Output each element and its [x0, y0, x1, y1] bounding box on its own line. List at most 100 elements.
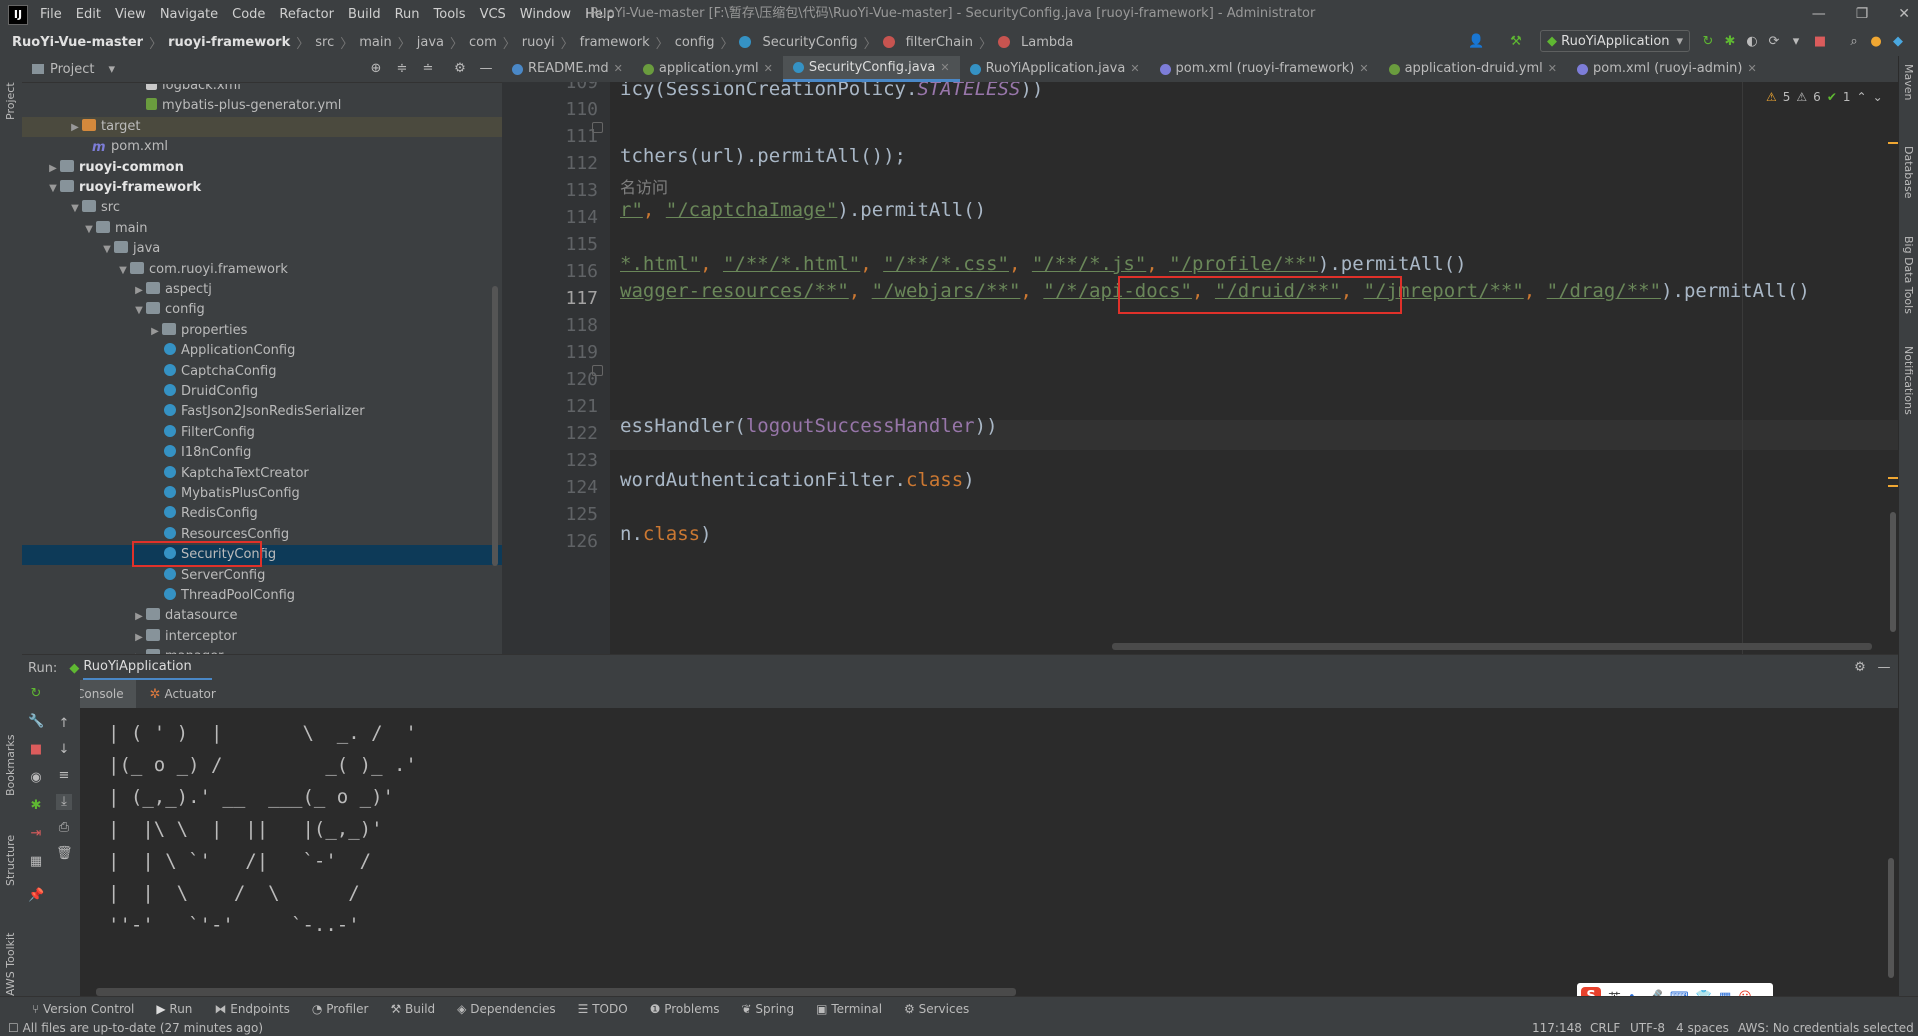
chevron-right-icon[interactable]: ▶	[132, 281, 146, 301]
locate-icon[interactable]: ⊕	[368, 61, 384, 77]
tree-item[interactable]: ServerConfig	[22, 566, 502, 586]
crumb-method[interactable]: filterChain	[906, 35, 973, 50]
dependencies-tab[interactable]: ◈ Dependencies	[457, 1002, 555, 1016]
gear-icon[interactable]: ⚙	[452, 61, 468, 77]
tree-item[interactable]: ▶ datasource	[22, 606, 502, 626]
services-tab[interactable]: ⚙ Services	[904, 1002, 969, 1016]
tree-item[interactable]: m pom.xml	[22, 137, 502, 157]
tree-item[interactable]: ▼ src	[22, 198, 502, 218]
stop-icon[interactable]: ■	[28, 742, 44, 758]
tree-item[interactable]: I18nConfig	[22, 443, 502, 463]
tree-item[interactable]: SecurityConfig	[22, 541, 502, 568]
exit-icon[interactable]: ⇥	[28, 826, 44, 842]
problems-tab[interactable]: ❶ Problems	[650, 1002, 720, 1016]
bookmarks-tool-tab[interactable]: Bookmarks	[4, 716, 17, 796]
menu-navigate[interactable]: Navigate	[160, 7, 218, 22]
editor-tab[interactable]: application-druid.yml ✕	[1379, 56, 1567, 82]
spring-tab[interactable]: ❦ Spring	[742, 1002, 795, 1016]
tree-item[interactable]: RedisConfig	[22, 504, 502, 524]
expand-all-icon[interactable]: ≑	[394, 61, 410, 77]
hide-icon[interactable]: —	[478, 61, 494, 77]
editor-horizontal-scrollbar[interactable]	[1112, 643, 1872, 650]
status-message[interactable]: ☐ All files are up-to-date (27 minutes a…	[8, 1020, 263, 1036]
tree-scrollbar[interactable]	[492, 286, 498, 566]
profiler-tab[interactable]: ◔ Profiler	[312, 1002, 369, 1016]
close-tab-icon[interactable]: ✕	[1359, 56, 1368, 82]
menu-window[interactable]: Window	[520, 7, 571, 22]
actuator-tab[interactable]: Actuator	[165, 687, 216, 701]
close-tab-icon[interactable]: ✕	[1548, 56, 1557, 82]
crumb-main[interactable]: main	[359, 35, 391, 50]
search-icon[interactable]: ⌕	[1846, 34, 1862, 50]
layout-icon[interactable]: ▦	[28, 854, 44, 870]
menu-edit[interactable]: Edit	[76, 7, 101, 22]
database-tool-tab[interactable]: Database	[1902, 146, 1915, 226]
fold-marker-icon[interactable]	[592, 122, 603, 133]
tree-item[interactable]: mybatis-plus-generator.yml	[22, 96, 502, 116]
chevron-right-icon[interactable]: ▶	[46, 159, 60, 179]
crumb-module[interactable]: ruoyi-framework	[168, 35, 290, 50]
stop-icon[interactable]: ■	[1812, 34, 1828, 50]
tree-item[interactable]: ▶ interceptor	[22, 627, 502, 647]
warning-marker[interactable]	[1888, 485, 1898, 487]
run-tab-ruoyiapplication[interactable]: RuoYiApplication	[83, 655, 212, 681]
editor-vertical-scrollbar[interactable]	[1890, 512, 1896, 632]
update-icon[interactable]: ●	[1868, 34, 1884, 50]
tree-item[interactable]: CaptchaConfig	[22, 362, 502, 382]
chevron-down-icon[interactable]: ▼	[46, 179, 60, 199]
arrow-down-icon[interactable]: ↓	[56, 742, 72, 758]
crumb-lambda[interactable]: Lambda	[1021, 35, 1073, 50]
gear-icon[interactable]: ⚙	[1852, 660, 1868, 676]
pin-icon[interactable]: 📌	[28, 888, 44, 904]
notifications-tool-tab[interactable]: Notifications	[1902, 346, 1915, 456]
crumb-ruoyi[interactable]: ruoyi	[522, 35, 555, 50]
tree-item[interactable]: ▼ ruoyi-framework	[22, 178, 502, 198]
console-vertical-scrollbar[interactable]	[1888, 858, 1894, 978]
tree-item[interactable]: FastJson2JsonRedisSerializer	[22, 402, 502, 422]
chevron-up-icon[interactable]: ⌃	[1857, 90, 1867, 104]
chevron-down-icon[interactable]: ▾	[108, 62, 115, 77]
minimize-icon[interactable]: —	[1812, 6, 1826, 22]
editor-tab[interactable]: application.yml ✕	[633, 56, 783, 82]
crumb-src[interactable]: src	[315, 35, 334, 50]
tree-item[interactable]: KaptchaTextCreator	[22, 464, 502, 484]
maven-tool-tab[interactable]: Maven	[1902, 64, 1915, 124]
editor-tab[interactable]: SecurityConfig.java ✕	[782, 55, 960, 82]
tree-item[interactable]: ApplicationConfig	[22, 341, 502, 361]
collapse-all-icon[interactable]: ≐	[420, 61, 436, 77]
trash-icon[interactable]: 🗑	[56, 846, 73, 862]
rerun-icon[interactable]: ↻	[1700, 34, 1716, 50]
bug-icon[interactable]: ✱	[28, 798, 44, 814]
tree-item[interactable]: DruidConfig	[22, 382, 502, 402]
crumb-com[interactable]: com	[469, 35, 497, 50]
chevron-right-icon[interactable]: ▶	[132, 607, 146, 627]
tree-item[interactable]: ResourcesConfig	[22, 525, 502, 545]
menu-file[interactable]: File	[40, 7, 62, 22]
fold-marker-icon[interactable]	[592, 365, 603, 376]
endpoints-tab[interactable]: ⧓ Endpoints	[214, 1002, 290, 1016]
crumb-framework[interactable]: framework	[580, 35, 650, 50]
chevron-down-icon[interactable]: ▼	[100, 240, 114, 260]
tree-item[interactable]: ▶ ruoyi-common	[22, 158, 502, 178]
close-tab-icon[interactable]: ✕	[1130, 56, 1139, 82]
close-tab-icon[interactable]: ✕	[614, 56, 623, 82]
big-data-tools-tab[interactable]: Big Data Tools	[1902, 236, 1915, 336]
inspection-widget[interactable]: ⚠ 5 ⚠ 6 ✔ 1 ⌃ ⌄	[1766, 90, 1883, 104]
tree-item[interactable]: ▶manager	[22, 647, 502, 654]
chevron-down-icon[interactable]: ▼	[82, 220, 96, 240]
structure-tool-tab[interactable]: Structure	[4, 816, 17, 886]
crumb-project[interactable]: RuoYi-Vue-master	[12, 35, 143, 50]
editor-tab[interactable]: pom.xml (ruoyi-admin) ✕	[1567, 56, 1767, 82]
rerun-icon[interactable]: ↻	[28, 686, 44, 702]
chevron-right-icon[interactable]: ▶	[68, 118, 82, 138]
code-editor[interactable]: 109 110 111 112 113 114 115 116 117 118 119 120 121 1…	[502, 82, 1898, 654]
menu-view[interactable]: View	[115, 7, 146, 22]
tree-item[interactable]: ▶ properties	[22, 321, 502, 341]
warning-marker[interactable]	[1888, 477, 1898, 479]
crumb-class[interactable]: SecurityConfig	[762, 35, 857, 50]
tree-item[interactable]: ▼ main	[22, 219, 502, 239]
editor-tab[interactable]: pom.xml (ruoyi-framework) ✕	[1150, 56, 1379, 82]
close-tab-icon[interactable]: ✕	[940, 55, 949, 81]
tree-item[interactable]: ▶ target	[22, 116, 502, 138]
caret-position[interactable]: 117:148	[1532, 1020, 1582, 1036]
